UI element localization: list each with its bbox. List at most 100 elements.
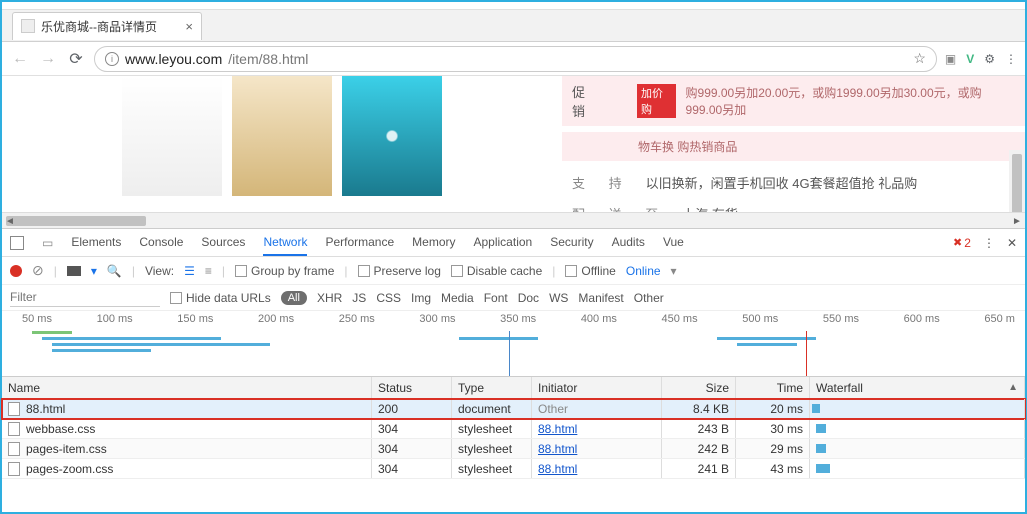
disable-cache-checkbox[interactable]: Disable cache [451, 264, 542, 278]
initiator-link[interactable]: 88.html [538, 442, 577, 456]
record-icon[interactable] [10, 265, 22, 277]
col-size[interactable]: Size [662, 377, 736, 398]
devtools-tab-performance[interactable]: Performance [325, 235, 394, 250]
close-icon[interactable]: × [185, 19, 193, 34]
view-label: View: [145, 264, 174, 278]
back-icon[interactable]: ← [10, 50, 30, 68]
extension-vue-icon[interactable]: V [966, 52, 974, 66]
filter-type-font[interactable]: Font [484, 291, 508, 305]
col-type[interactable]: Type [452, 377, 532, 398]
devtools-tab-console[interactable]: Console [139, 235, 183, 250]
support-label: 支 持 [572, 173, 632, 192]
window-top [2, 2, 1025, 10]
devtools-tab-network[interactable]: Network [263, 235, 307, 256]
browser-toolbar: ← → ⟳ i www.leyou.com/item/88.html ☆ ▣ V… [2, 42, 1025, 76]
filter-type-other[interactable]: Other [634, 291, 664, 305]
network-timeline[interactable]: 50 ms100 ms150 ms200 ms250 ms300 ms350 m… [2, 311, 1025, 377]
file-icon [8, 422, 20, 436]
network-row[interactable]: webbase.css304stylesheet88.html243 B30 m… [2, 419, 1025, 439]
file-icon [8, 462, 20, 476]
filter-type-css[interactable]: CSS [376, 291, 401, 305]
network-filter-bar: Hide data URLs All XHR JS CSS Img Media Font D… [2, 285, 1025, 311]
bookmark-icon[interactable]: ☆ [913, 50, 926, 67]
filter-all[interactable]: All [281, 291, 307, 305]
preserve-log-checkbox[interactable]: Preserve log [358, 264, 441, 278]
devtools-tab-application[interactable]: Application [474, 235, 533, 250]
product-info: 促 销 加价购 购999.00另加20.00元，或购1999.00另加30.00… [562, 76, 1025, 212]
filter-toggle-icon[interactable]: ▾ [91, 264, 97, 278]
support-row: 支 持 以旧换新，闲置手机回收 4G套餐超值抢 礼品购 [562, 167, 1025, 198]
address-bar[interactable]: i www.leyou.com/item/88.html ☆ [94, 46, 937, 72]
filter-type-media[interactable]: Media [441, 291, 474, 305]
promo-text-2: 物车换 购热销商品 [638, 138, 737, 155]
devtools-tabs: ▭ Elements Console Sources Network Performan… [2, 229, 1025, 257]
error-count[interactable]: 2 [953, 236, 971, 250]
product-image[interactable] [342, 76, 442, 196]
initiator-link[interactable]: 88.html [538, 462, 577, 476]
filter-type-doc[interactable]: Doc [518, 291, 539, 305]
col-initiator[interactable]: Initiator [532, 377, 662, 398]
hide-data-urls-checkbox[interactable]: Hide data URLs [170, 291, 271, 305]
devtools-tab-security[interactable]: Security [550, 235, 593, 250]
device-toggle-icon[interactable]: ▭ [42, 236, 53, 250]
browser-tabbar: 乐优商城--商品详情页 × [2, 10, 1025, 42]
extension-gear-icon[interactable]: ⚙ [984, 52, 995, 66]
view-large-icon[interactable]: ☰ [184, 264, 195, 278]
support-text: 以旧换新，闲置手机回收 4G套餐超值抢 礼品购 [646, 173, 918, 192]
extension-icons: ▣ V ⚙ ⋮ [945, 52, 1017, 66]
col-waterfall[interactable]: Waterfall▲ [810, 377, 1025, 398]
devtools-tab-memory[interactable]: Memory [412, 235, 455, 250]
throttling-select[interactable]: Online [626, 264, 661, 278]
filter-type-xhr[interactable]: XHR [317, 291, 342, 305]
search-icon[interactable]: 🔍 [107, 264, 122, 278]
reload-icon[interactable]: ⟳ [66, 49, 86, 69]
file-icon [8, 442, 20, 456]
group-by-frame-checkbox[interactable]: Group by frame [235, 264, 334, 278]
product-image[interactable] [122, 76, 222, 196]
col-name[interactable]: Name [2, 377, 372, 398]
devtools-tab-elements[interactable]: Elements [71, 235, 121, 250]
horizontal-scrollbar[interactable]: ◄► [2, 212, 1025, 228]
col-time[interactable]: Time [736, 377, 810, 398]
network-table-header: Name Status Type Initiator Size Time Wat… [2, 377, 1025, 399]
network-row[interactable]: pages-zoom.css304stylesheet88.html241 B4… [2, 459, 1025, 479]
product-images [122, 76, 442, 212]
view-small-icon[interactable]: ≡ [205, 264, 212, 278]
devtools-tab-audits[interactable]: Audits [612, 235, 645, 250]
clear-icon[interactable]: ⊘ [32, 262, 44, 279]
promo-text: 购999.00另加20.00元，或购1999.00另加30.00元，或购999.… [686, 84, 1015, 118]
initiator-link[interactable]: 88.html [538, 422, 577, 436]
forward-icon[interactable]: → [38, 50, 58, 68]
delivery-row: 配 送 至 上海 有货 [562, 198, 1025, 212]
dropdown-icon[interactable]: ▾ [671, 264, 677, 278]
devtools-menu-icon[interactable]: ⋮ [983, 236, 995, 250]
vertical-scrollbar[interactable] [1009, 150, 1025, 212]
devtools-close-icon[interactable]: ✕ [1007, 236, 1017, 250]
url-path: /item/88.html [228, 51, 308, 67]
file-icon [8, 402, 20, 416]
devtools-tab-vue[interactable]: Vue [663, 235, 684, 250]
filter-type-img[interactable]: Img [411, 291, 431, 305]
filter-type-manifest[interactable]: Manifest [578, 291, 623, 305]
network-row[interactable]: 88.html200documentOther8.4 KB20 ms [2, 399, 1025, 419]
inspect-icon[interactable] [10, 236, 24, 250]
screenshot-icon[interactable] [67, 266, 81, 276]
promo-tag: 加价购 [637, 84, 675, 118]
network-row[interactable]: pages-item.css304stylesheet88.html242 B2… [2, 439, 1025, 459]
promo-label: 促 销 [572, 82, 627, 120]
url-host: www.leyou.com [125, 51, 222, 67]
delivery-text: 上海 有货 [682, 204, 738, 212]
filter-type-js[interactable]: JS [352, 291, 366, 305]
browser-tab[interactable]: 乐优商城--商品详情页 × [12, 12, 202, 40]
devtools-tab-sources[interactable]: Sources [201, 235, 245, 250]
filter-input[interactable] [10, 289, 160, 307]
browser-menu-icon[interactable]: ⋮ [1005, 52, 1017, 66]
tab-title: 乐优商城--商品详情页 [41, 18, 157, 35]
site-info-icon[interactable]: i [105, 52, 119, 66]
extension-shield-icon[interactable]: ▣ [945, 52, 956, 66]
offline-checkbox[interactable]: Offline [565, 264, 615, 278]
col-status[interactable]: Status [372, 377, 452, 398]
delivery-label: 配 送 至 [572, 204, 668, 212]
filter-type-ws[interactable]: WS [549, 291, 568, 305]
product-image[interactable] [232, 76, 332, 196]
